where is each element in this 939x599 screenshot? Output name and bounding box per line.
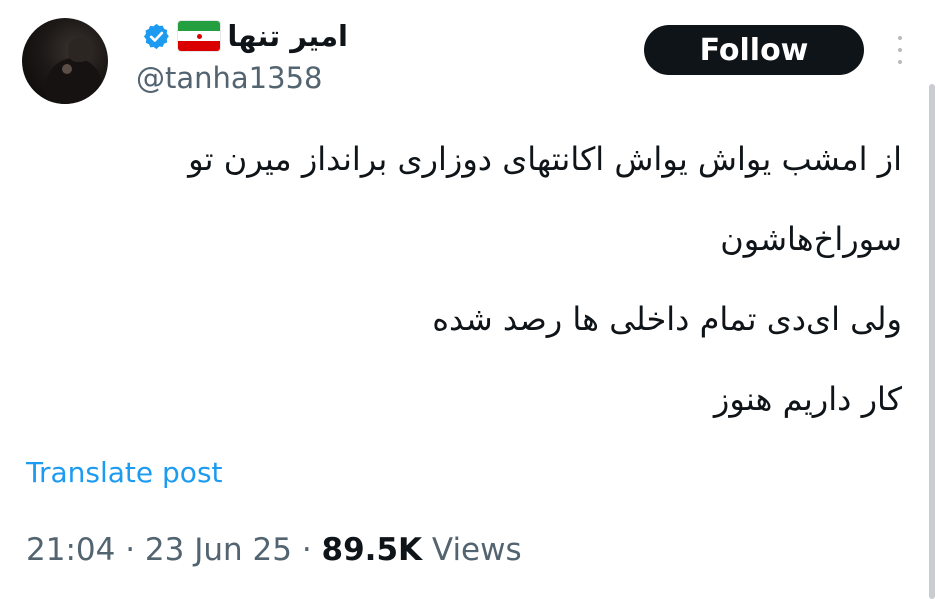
tweet-line-1: از امشب یواش یواش اکانتهای دوزاری براندا… [188, 140, 902, 178]
tweet-line-2: سوراخ‌هاشون [720, 220, 902, 258]
tweet-line-3: ولی ای‌دی تمام داخلی ها رصد شده [432, 300, 902, 338]
verified-badge-icon[interactable] [142, 22, 171, 51]
more-options-icon[interactable] [888, 36, 912, 64]
iran-flag-icon [178, 21, 221, 51]
author-handle[interactable]: @tanha1358 [136, 61, 322, 95]
meta-separator: · [125, 532, 136, 568]
author-display-name-row[interactable]: امیر تنها [142, 14, 348, 58]
views-count: 89.5K [321, 532, 423, 568]
tweet-meta-row: 21:04 · 23 Jun 25 · 89.5K Views [26, 532, 522, 568]
scrollbar-thumb[interactable] [929, 84, 935, 599]
tweet-time[interactable]: 21:04 [26, 532, 115, 568]
meta-separator: · [301, 532, 312, 568]
avatar-figure-hand [62, 64, 72, 74]
follow-button[interactable]: Follow [644, 25, 864, 75]
tweet-text: از امشب یواش یواش اکانتهای دوزاری براندا… [32, 132, 902, 452]
avatar-figure-head [68, 38, 90, 62]
translate-post-link[interactable]: Translate post [26, 456, 223, 489]
views-label: Views [431, 532, 522, 568]
author-display-name[interactable]: امیر تنها [227, 19, 348, 53]
tweet-date[interactable]: 23 Jun 25 [145, 532, 292, 568]
tweet-line-4: کار داریم هنوز [713, 380, 902, 418]
avatar-figure-body [46, 58, 102, 104]
author-avatar[interactable] [22, 18, 108, 104]
